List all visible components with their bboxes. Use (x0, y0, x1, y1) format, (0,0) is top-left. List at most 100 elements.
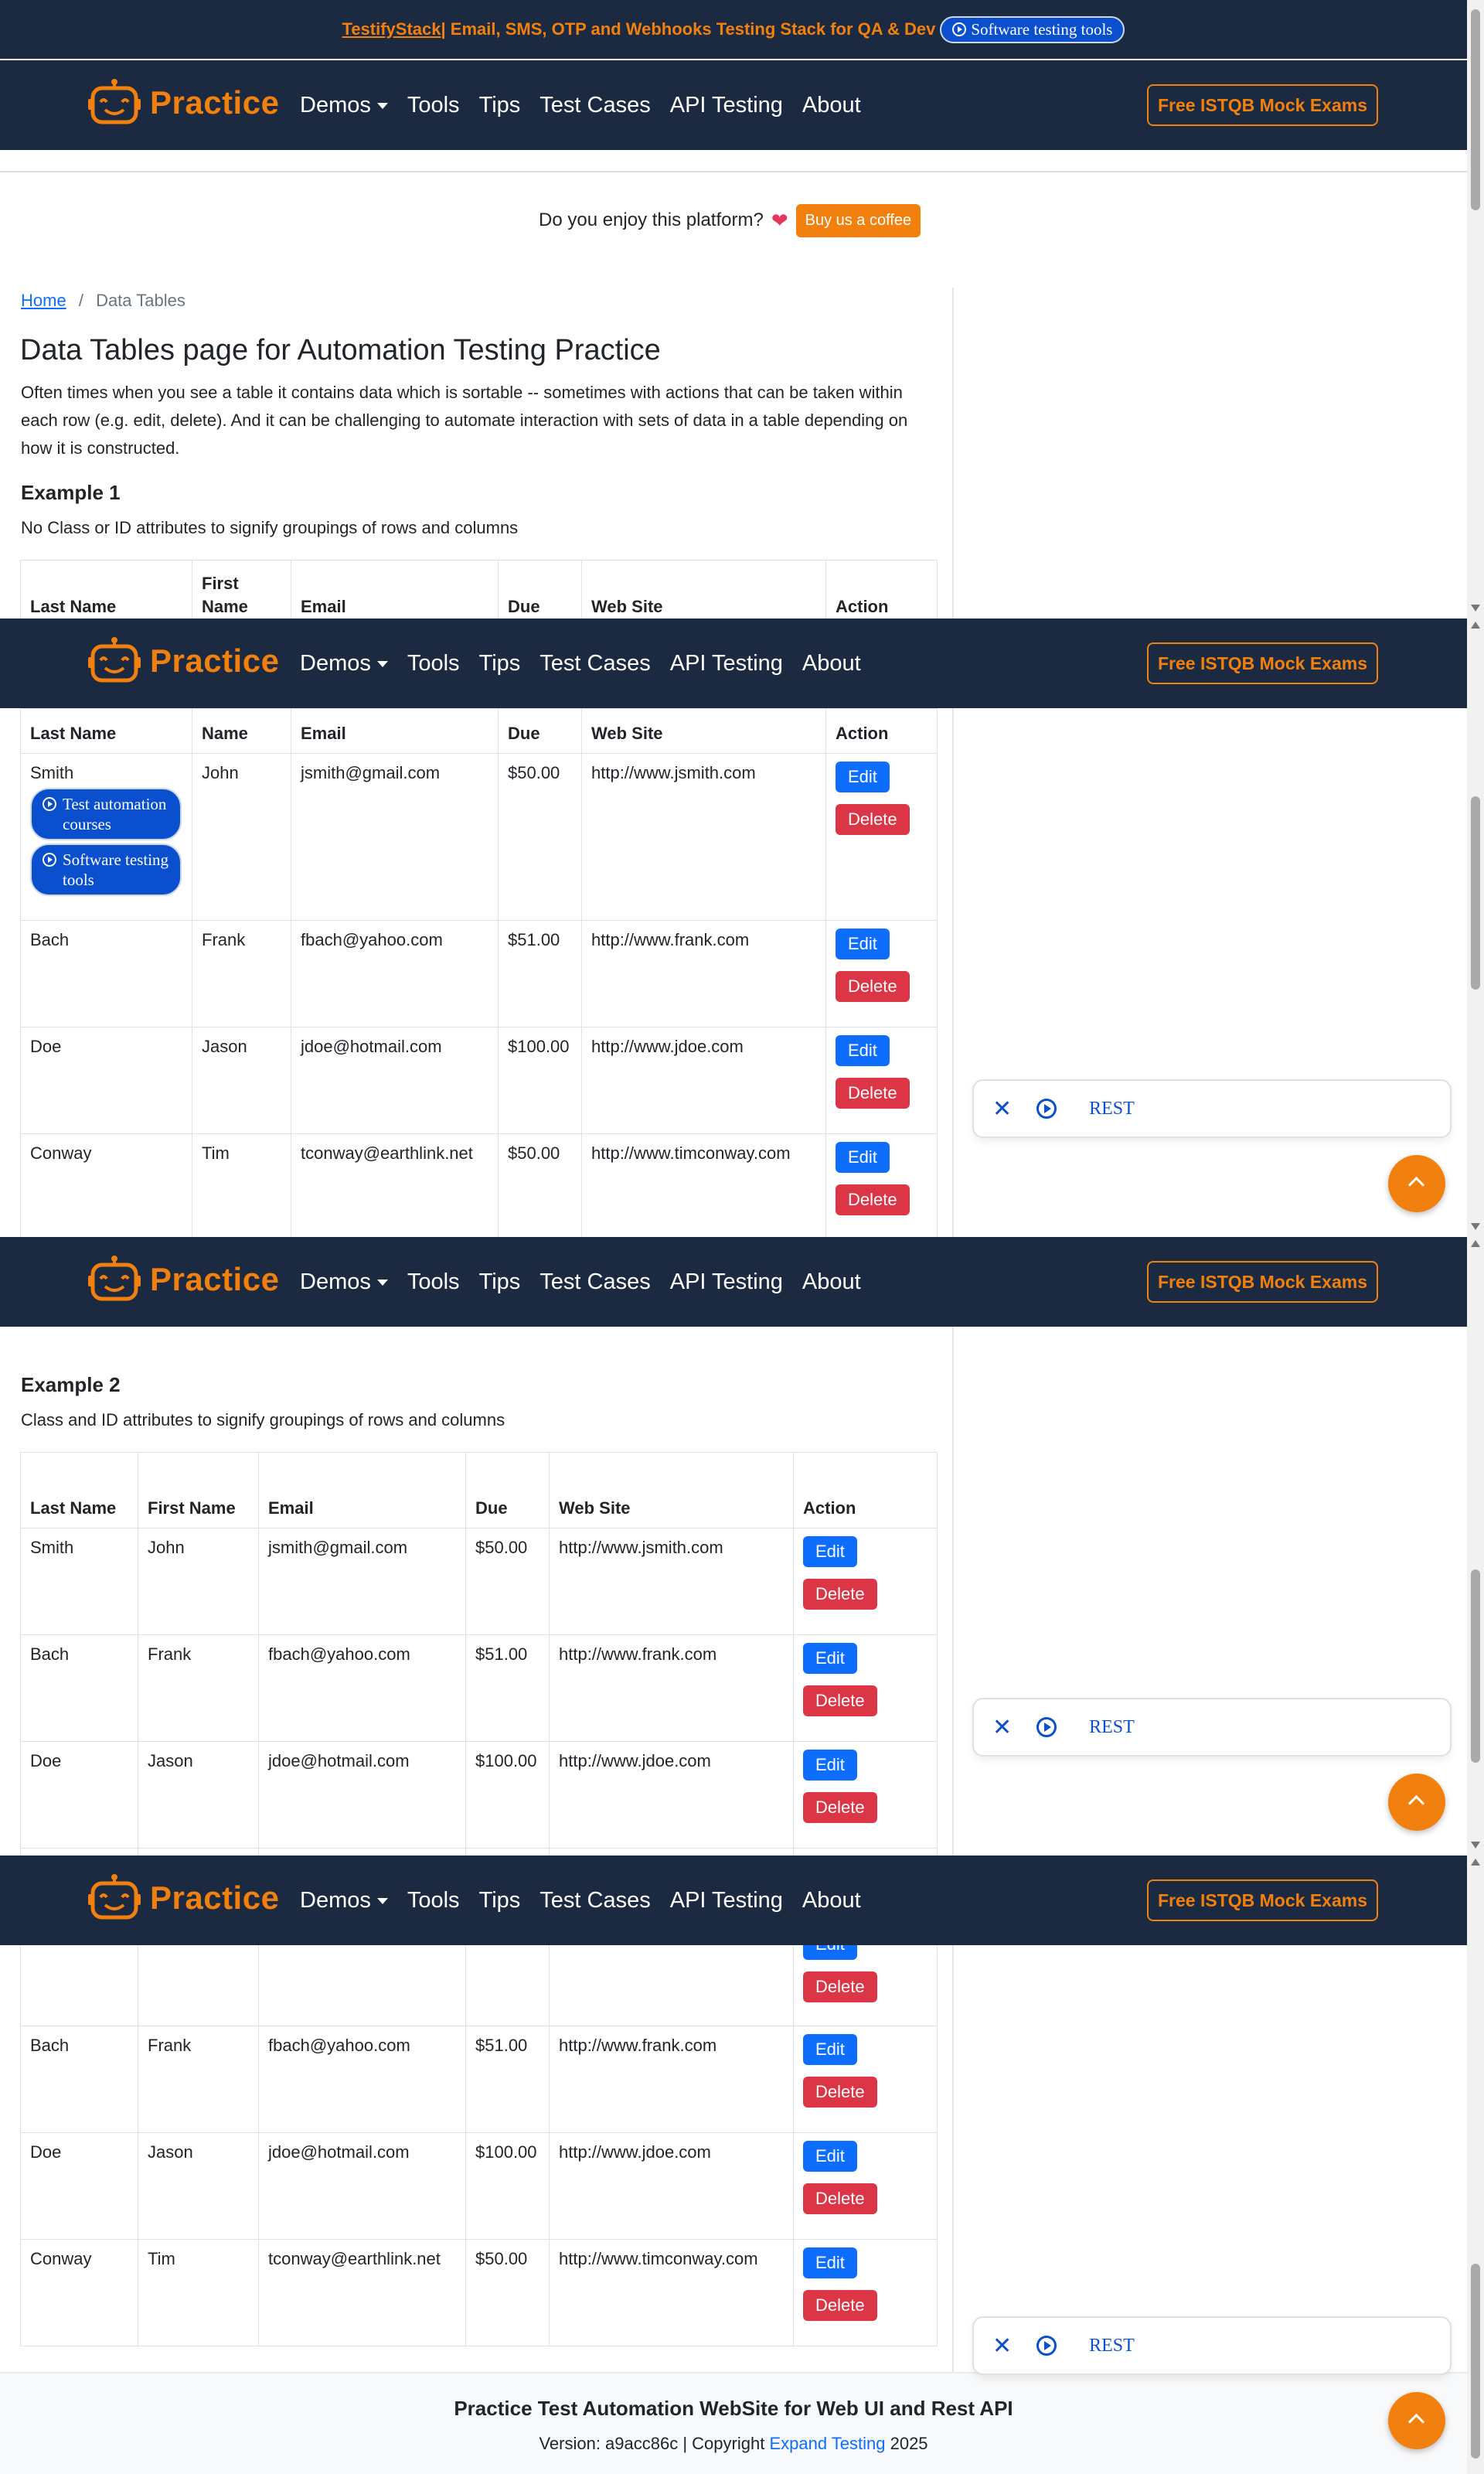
close-icon[interactable]: ✕ (992, 1096, 1012, 1123)
edit-button[interactable]: Edit (803, 2247, 857, 2278)
close-icon[interactable]: ✕ (992, 1714, 1012, 1741)
edit-button[interactable]: Edit (803, 1643, 857, 1674)
col-email[interactable]: Email (291, 560, 499, 627)
delete-button[interactable]: Delete (836, 1184, 910, 1215)
nav-about[interactable]: About (802, 93, 861, 118)
scrollbar-thumb[interactable] (1471, 1569, 1480, 1763)
nav-tools[interactable]: Tools (407, 651, 460, 676)
delete-button[interactable]: Delete (803, 1971, 877, 2002)
play-circle-icon[interactable] (1036, 2336, 1057, 2356)
nav-api-testing[interactable]: API Testing (670, 651, 783, 676)
edit-button[interactable]: Edit (803, 1536, 857, 1567)
delete-button[interactable]: Delete (803, 2077, 877, 2108)
brand-link[interactable]: Practice (88, 77, 279, 128)
col-web-site[interactable]: Web Site (549, 1452, 794, 1528)
software-testing-tools-pill[interactable]: Software testing tools (940, 15, 1125, 43)
rest-widget-label[interactable]: REST (1089, 1717, 1135, 1738)
brand-link[interactable]: Practice (88, 1873, 279, 1924)
delete-button[interactable]: Delete (803, 1579, 877, 1610)
edit-button[interactable]: Edit (803, 1750, 857, 1781)
rest-widget-label[interactable]: REST (1089, 1099, 1135, 1119)
back-to-top-button[interactable] (1388, 1774, 1445, 1831)
delete-button[interactable]: Delete (836, 971, 910, 1002)
delete-button[interactable]: Delete (836, 804, 910, 835)
nav-about[interactable]: About (802, 1888, 861, 1913)
scrollbar-thumb[interactable] (1471, 2264, 1480, 2459)
nav-tools[interactable]: Tools (407, 1888, 460, 1913)
nav-tips[interactable]: Tips (479, 93, 521, 118)
nav-tips[interactable]: Tips (479, 1888, 521, 1913)
col-email[interactable]: Email (291, 708, 499, 754)
brand-link[interactable]: Practice (88, 1254, 279, 1305)
scroll-down-icon[interactable] (1471, 1223, 1480, 1230)
play-circle-icon[interactable] (1036, 1099, 1057, 1119)
nav-test-cases[interactable]: Test Cases (539, 1888, 650, 1913)
edit-button[interactable]: Edit (803, 2034, 857, 2065)
nav-tips[interactable]: Tips (479, 1269, 521, 1295)
nav-demos[interactable]: Demos (300, 1888, 388, 1913)
nav-demos[interactable]: Demos (300, 93, 388, 118)
col-web-site[interactable]: Web Site (581, 560, 826, 627)
delete-button[interactable]: Delete (803, 2290, 877, 2321)
edit-button[interactable]: Edit (836, 762, 890, 792)
col-due[interactable]: Due (465, 1452, 550, 1528)
scroll-up-icon[interactable] (1471, 1859, 1480, 1866)
scrollbar-thumb[interactable] (1471, 9, 1480, 210)
col-first-name[interactable]: First Name (192, 560, 291, 627)
col-last-name[interactable]: Last Name (20, 1452, 138, 1528)
scrollbar[interactable] (1467, 0, 1484, 2474)
col-first-name[interactable]: First Name (138, 1452, 259, 1528)
nav-tools[interactable]: Tools (407, 93, 460, 118)
play-circle-icon[interactable] (1036, 1717, 1057, 1737)
edit-button[interactable]: Edit (836, 929, 890, 959)
nav-test-cases[interactable]: Test Cases (539, 651, 650, 676)
nav-test-cases[interactable]: Test Cases (539, 1269, 650, 1295)
software-testing-tools-pill[interactable]: Software testing tools (30, 843, 182, 896)
delete-button[interactable]: Delete (803, 1685, 877, 1716)
back-to-top-button[interactable] (1388, 2392, 1445, 2449)
scroll-down-icon[interactable] (1471, 1842, 1480, 1849)
nav-api-testing[interactable]: API Testing (670, 1269, 783, 1295)
cell-web-site: http://www.frank.com (549, 1634, 794, 1742)
back-to-top-button[interactable] (1388, 1155, 1445, 1212)
col-last-name[interactable]: Last Name (20, 708, 192, 754)
nav-tips[interactable]: Tips (479, 651, 521, 676)
scroll-up-icon[interactable] (1471, 1240, 1480, 1247)
nav-about[interactable]: About (802, 1269, 861, 1295)
edit-button[interactable]: Edit (836, 1142, 890, 1173)
nav-api-testing[interactable]: API Testing (670, 93, 783, 118)
col-due[interactable]: Due (498, 708, 582, 754)
nav-api-testing[interactable]: API Testing (670, 1888, 783, 1913)
col-web-site[interactable]: Web Site (581, 708, 826, 754)
testifystack-link[interactable]: TestifyStack (342, 19, 441, 39)
col-email[interactable]: Email (258, 1452, 466, 1528)
rest-widget-label[interactable]: REST (1089, 2336, 1135, 2356)
col-due[interactable]: Due (498, 560, 582, 627)
nav-tools[interactable]: Tools (407, 1269, 460, 1295)
nav-demos[interactable]: Demos (300, 1269, 388, 1295)
col-first-name[interactable]: Name (192, 708, 291, 754)
istqb-mock-exams-button[interactable]: Free ISTQB Mock Exams (1147, 84, 1378, 126)
scroll-down-icon[interactable] (1471, 605, 1480, 612)
expand-testing-link[interactable]: Expand Testing (769, 2434, 885, 2453)
scroll-up-icon[interactable] (1471, 622, 1480, 629)
delete-button[interactable]: Delete (803, 1792, 877, 1823)
delete-button[interactable]: Delete (836, 1078, 910, 1109)
nav-demos[interactable]: Demos (300, 651, 388, 676)
col-last-name[interactable]: Last Name (20, 560, 192, 627)
test-automation-courses-pill[interactable]: Test automation courses (30, 788, 182, 840)
breadcrumb-home[interactable]: Home (21, 291, 66, 310)
istqb-mock-exams-button[interactable]: Free ISTQB Mock Exams (1147, 1261, 1378, 1303)
edit-button[interactable]: Edit (836, 1035, 890, 1066)
col-action: Action (793, 1452, 938, 1528)
buy-coffee-button[interactable]: Buy us a coffee (795, 203, 921, 237)
delete-button[interactable]: Delete (803, 2183, 877, 2214)
brand-link[interactable]: Practice (88, 636, 279, 687)
nav-about[interactable]: About (802, 651, 861, 676)
istqb-mock-exams-button[interactable]: Free ISTQB Mock Exams (1147, 1879, 1378, 1921)
edit-button[interactable]: Edit (803, 2141, 857, 2172)
istqb-mock-exams-button[interactable]: Free ISTQB Mock Exams (1147, 642, 1378, 684)
close-icon[interactable]: ✕ (992, 2333, 1012, 2360)
nav-test-cases[interactable]: Test Cases (539, 93, 650, 118)
scrollbar-thumb[interactable] (1471, 796, 1480, 990)
